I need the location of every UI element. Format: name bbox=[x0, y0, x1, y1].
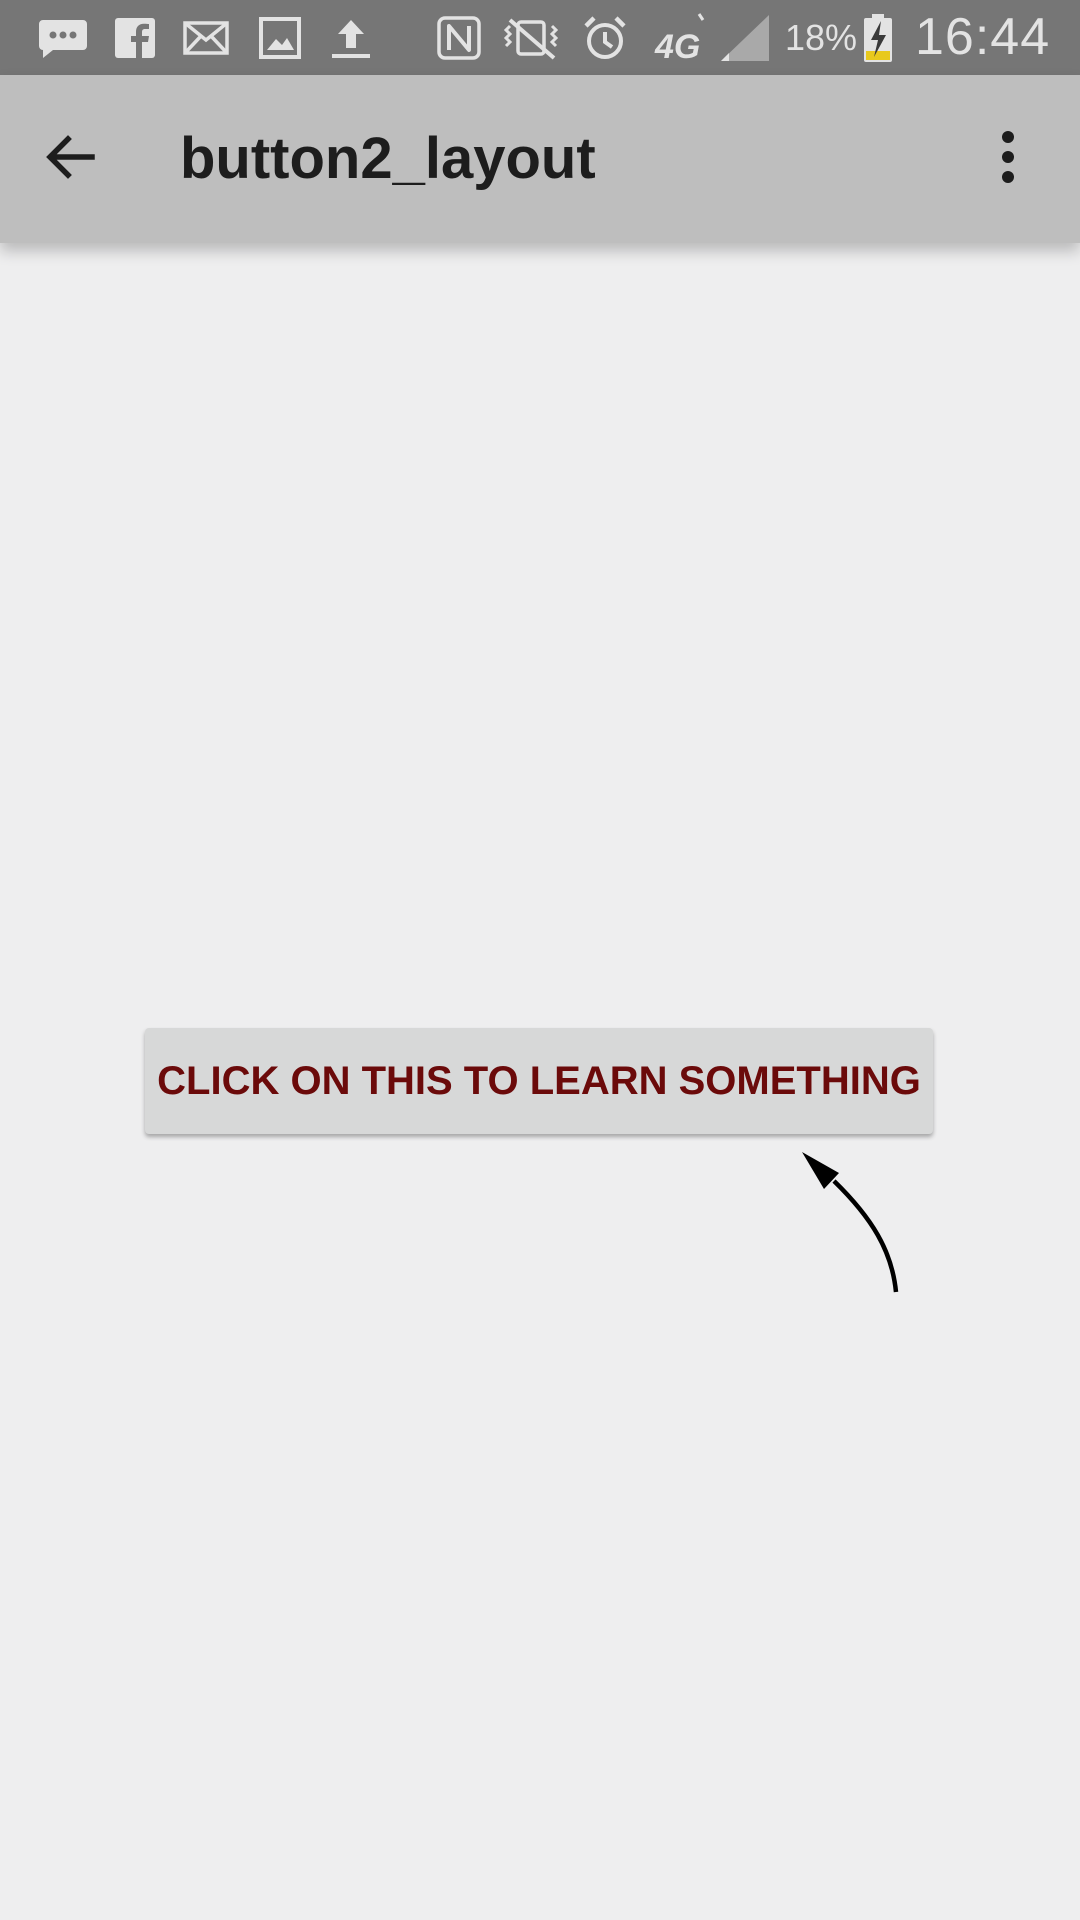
app-bar: button2_layout bbox=[0, 75, 1080, 243]
upload-icon bbox=[328, 12, 374, 64]
image-icon bbox=[258, 12, 302, 64]
battery-percentage: 18% bbox=[785, 17, 858, 58]
signal-strength-icon bbox=[718, 12, 772, 64]
network-type-text: 4G bbox=[654, 28, 700, 64]
learn-something-button[interactable]: CLICK ON THIS TO LEARN SOMETHING bbox=[145, 1028, 933, 1134]
alarm-icon bbox=[580, 12, 630, 64]
arrow-back-icon bbox=[42, 129, 98, 190]
battery-charging-icon bbox=[860, 12, 896, 64]
overflow-menu-button[interactable] bbox=[968, 119, 1048, 199]
vibrate-mute-icon bbox=[495, 12, 567, 64]
mail-icon bbox=[182, 12, 230, 64]
facebook-icon bbox=[113, 12, 157, 64]
status-clock: 16:44 bbox=[915, 8, 1051, 66]
chat-bubble-icon bbox=[35, 12, 90, 64]
nfc-icon bbox=[434, 12, 484, 64]
back-button[interactable] bbox=[30, 119, 110, 199]
main-content: CLICK ON THIS TO LEARN SOMETHING bbox=[0, 243, 1080, 1920]
network-4g-icon: 4G bbox=[652, 12, 710, 64]
curved-arrow-icon bbox=[780, 1143, 920, 1303]
status-bar: 4G 18% 16:44 bbox=[0, 0, 1080, 75]
more-vert-icon bbox=[998, 129, 1018, 190]
page-title: button2_layout bbox=[180, 126, 596, 191]
